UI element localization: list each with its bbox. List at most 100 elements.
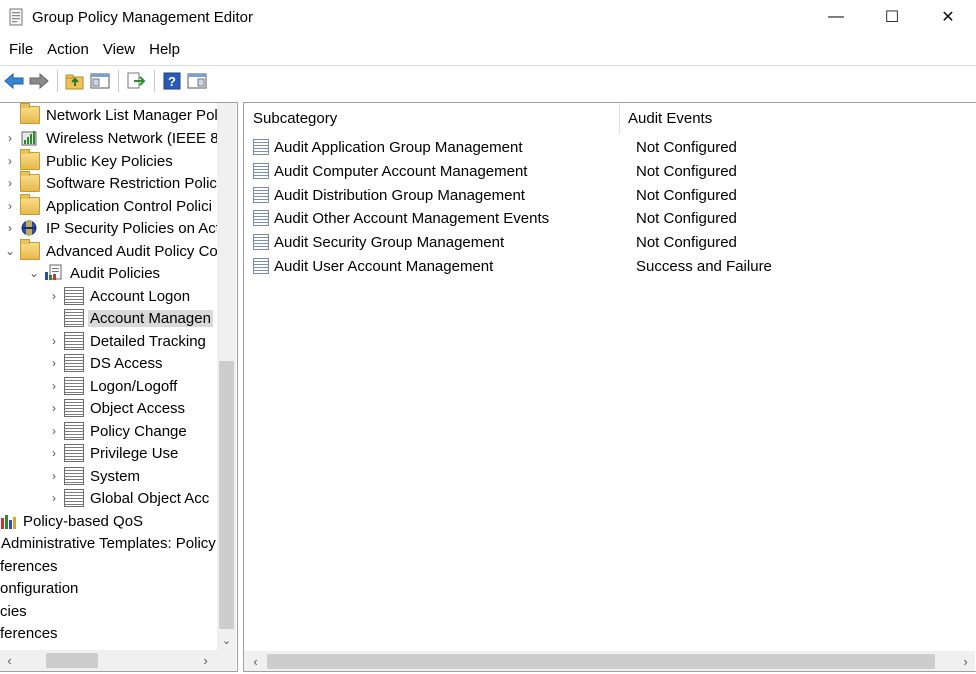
- export-list-icon[interactable]: [124, 70, 147, 93]
- tree-item-application-control[interactable]: › Application Control Polici: [4, 194, 212, 217]
- chevron-right-icon[interactable]: ›: [48, 442, 60, 464]
- up-folder-icon[interactable]: [63, 70, 86, 93]
- chevron-right-icon[interactable]: ›: [48, 465, 60, 487]
- chevron-right-icon[interactable]: ›: [48, 375, 60, 397]
- subcategory-name: Audit Security Group Management: [274, 233, 505, 251]
- tree-expander[interactable]: [4, 104, 16, 126]
- tree-item-label: Object Access: [90, 399, 186, 417]
- show-hide-tree-icon[interactable]: [88, 70, 111, 93]
- tree-item-policy-based-qos[interactable]: Policy-based QoS: [0, 510, 143, 532]
- tree-item-logon-logoff[interactable]: › Logon/Logoff: [48, 375, 177, 397]
- chevron-right-icon[interactable]: ›: [48, 330, 60, 352]
- tree-item-label: Audit Policies: [70, 264, 161, 282]
- ipsec-icon: [21, 220, 37, 236]
- tree-item-label: IP Security Policies on Act: [46, 219, 217, 237]
- tree-item-policies[interactable]: cies: [0, 600, 27, 622]
- column-header-audit-events[interactable]: Audit Events: [621, 103, 975, 134]
- list-item[interactable]: Audit Application Group Management Not C…: [244, 135, 975, 159]
- tree-item-ds-access[interactable]: › DS Access: [48, 352, 163, 374]
- tree-item-ip-security[interactable]: › IP Security Policies on Act: [4, 217, 217, 239]
- tree-item-preferences[interactable]: ferences: [0, 555, 58, 577]
- chevron-right-icon[interactable]: ›: [48, 397, 60, 419]
- folder-icon: [20, 171, 40, 192]
- help-icon[interactable]: ?: [160, 70, 183, 93]
- chevron-right-icon[interactable]: ›: [4, 217, 16, 239]
- close-button[interactable]: ✕: [920, 0, 976, 34]
- tree-item-policy-change[interactable]: › Policy Change: [48, 420, 187, 442]
- tree-item-label: Public Key Policies: [46, 152, 173, 170]
- tree-item-account-logon[interactable]: › Account Logon: [48, 285, 190, 307]
- tree-vertical-scrollbar[interactable]: ⌄: [217, 103, 236, 650]
- menu-view[interactable]: View: [96, 38, 142, 62]
- scroll-right-icon[interactable]: ›: [196, 650, 215, 671]
- menu-help[interactable]: Help: [142, 38, 187, 62]
- tree-item-label: System: [90, 467, 141, 485]
- audit-events-value: Success and Failure: [636, 257, 772, 275]
- subcategory-name: Audit User Account Management: [274, 257, 494, 275]
- audit-events-value: Not Configured: [636, 233, 737, 251]
- tree-item-advanced-audit-policy[interactable]: ⌄ Advanced Audit Policy Co: [4, 239, 217, 262]
- chevron-right-icon[interactable]: ›: [48, 487, 60, 509]
- tree-item-account-management[interactable]: Account Managen: [48, 307, 213, 329]
- folder-icon: [20, 103, 40, 124]
- forward-icon[interactable]: [27, 70, 50, 93]
- tree-item-label: Policy-based QoS: [23, 512, 144, 530]
- tree-item-public-key-policies[interactable]: › Public Key Policies: [4, 149, 173, 172]
- chevron-right-icon[interactable]: ›: [4, 150, 16, 172]
- list-item[interactable]: Audit User Account Management Success an…: [244, 254, 975, 278]
- audit-events-value: Not Configured: [636, 186, 737, 204]
- details-horizontal-scrollbar[interactable]: ‹ ›: [244, 651, 975, 671]
- scrollbar-thumb[interactable]: [267, 654, 935, 669]
- policy-icon: [64, 489, 84, 507]
- tree-item-wireless-network[interactable]: › Wireless Network (IEEE 80: [4, 127, 217, 149]
- tree-horizontal-scrollbar[interactable]: ‹ ›: [0, 650, 236, 671]
- tree-item-privilege-use[interactable]: › Privilege Use: [48, 442, 178, 464]
- chevron-right-icon[interactable]: ›: [48, 420, 60, 442]
- scroll-left-icon[interactable]: ‹: [0, 650, 19, 671]
- tree-expander: [48, 307, 60, 329]
- menu-file[interactable]: File: [2, 38, 40, 62]
- chevron-right-icon[interactable]: ›: [4, 127, 16, 149]
- tree-item-administrative-templates[interactable]: Administrative Templates: Policy: [1, 532, 216, 554]
- tree-item-global-object-access[interactable]: › Global Object Acc: [48, 487, 209, 509]
- chevron-down-icon[interactable]: ⌄: [28, 262, 40, 284]
- maximize-button[interactable]: ☐: [864, 0, 920, 34]
- subcategory-name: Audit Other Account Management Events: [274, 209, 550, 227]
- properties-pane-icon[interactable]: [185, 70, 208, 93]
- policy-icon: [64, 377, 84, 395]
- list-item[interactable]: Audit Computer Account Management Not Co…: [244, 159, 975, 183]
- chevron-down-icon[interactable]: ⌄: [4, 240, 16, 262]
- list-item[interactable]: Audit Distribution Group Management Not …: [244, 183, 975, 207]
- menu-bar: File Action View Help: [0, 36, 976, 64]
- audit-events-value: Not Configured: [636, 209, 737, 227]
- tree-item-label: ferences: [0, 624, 58, 642]
- tree-item-label: cies: [0, 602, 27, 620]
- chevron-right-icon[interactable]: ›: [4, 172, 16, 194]
- chevron-right-icon[interactable]: ›: [4, 195, 16, 217]
- scrollbar-thumb[interactable]: [46, 653, 98, 668]
- scroll-left-icon[interactable]: ‹: [246, 651, 265, 671]
- minimize-button[interactable]: —: [808, 0, 864, 34]
- scroll-down-icon[interactable]: ⌄: [217, 631, 236, 650]
- tree-item-software-restriction[interactable]: › Software Restriction Polic: [4, 171, 217, 194]
- tree-item-audit-policies[interactable]: ⌄ Audit Policies: [28, 262, 160, 284]
- menu-action[interactable]: Action: [40, 38, 96, 62]
- tree-item-label: Logon/Logoff: [90, 377, 178, 395]
- scroll-right-icon[interactable]: ›: [956, 651, 975, 671]
- scrollbar-thumb[interactable]: [219, 361, 234, 629]
- tree-item-detailed-tracking[interactable]: › Detailed Tracking: [48, 330, 206, 352]
- column-header-subcategory[interactable]: Subcategory: [244, 103, 620, 134]
- list-item[interactable]: Audit Security Group Management Not Conf…: [244, 230, 975, 254]
- tree-item-network-list-manager[interactable]: Network List Manager Pol: [4, 103, 217, 126]
- list-item[interactable]: Audit Other Account Management Events No…: [244, 206, 975, 230]
- tree-item-system[interactable]: › System: [48, 465, 140, 487]
- tree-item-label: Account Logon: [90, 287, 191, 305]
- tree-item-object-access[interactable]: › Object Access: [48, 397, 185, 419]
- back-icon[interactable]: [2, 70, 25, 93]
- chevron-right-icon[interactable]: ›: [48, 285, 60, 307]
- tree-item-label: Detailed Tracking: [90, 332, 206, 350]
- tree-item-label: Wireless Network (IEEE 80: [46, 129, 217, 147]
- tree-item-preferences-2[interactable]: ferences: [0, 622, 58, 644]
- tree-item-configuration[interactable]: onfiguration: [0, 577, 78, 599]
- chevron-right-icon[interactable]: ›: [48, 352, 60, 374]
